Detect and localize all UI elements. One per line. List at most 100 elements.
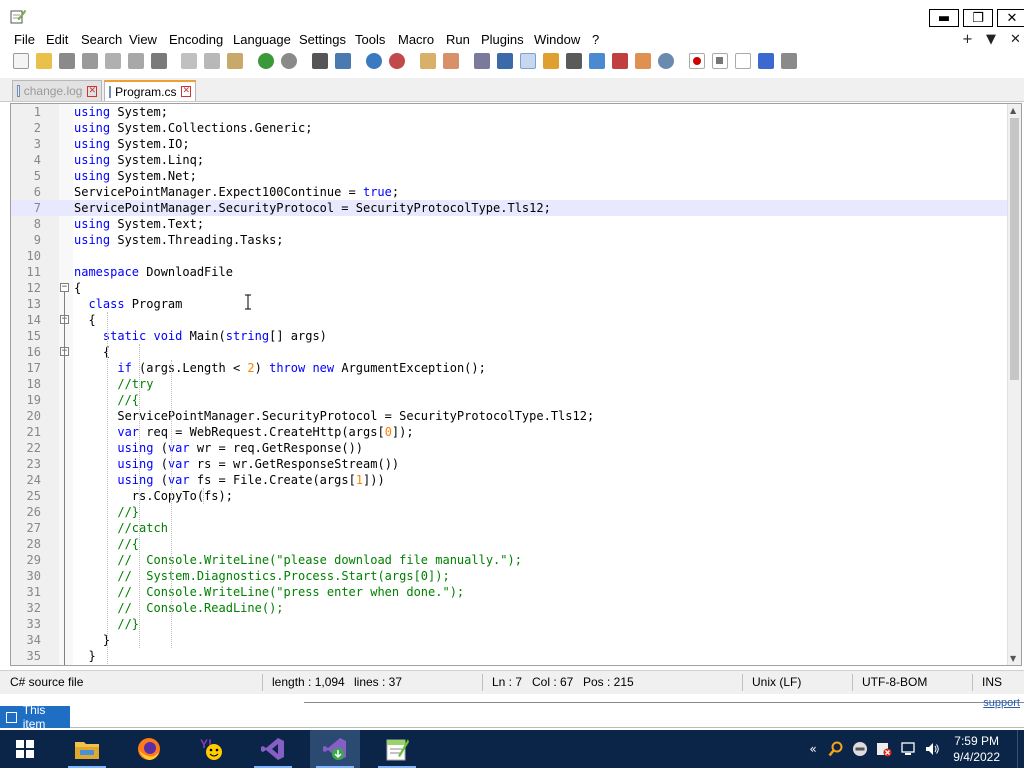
close-all-icon[interactable] <box>128 53 144 69</box>
word-wrap-icon[interactable] <box>474 53 490 69</box>
file-explorer-taskbar[interactable] <box>62 730 112 768</box>
tab-list-dropdown-button[interactable]: ▼ <box>986 30 996 50</box>
code-line[interactable]: 9 using System.Threading.Tasks; <box>11 232 1009 248</box>
replace-icon[interactable] <box>335 53 351 69</box>
preview-eye-icon[interactable] <box>658 53 674 69</box>
yahoo-messenger-taskbar[interactable]: Y! <box>186 730 236 768</box>
code-line[interactable]: 16 { <box>11 344 1009 360</box>
document-map-icon[interactable] <box>566 53 582 69</box>
save-all-icon[interactable] <box>82 53 98 69</box>
scrollbar-thumb[interactable] <box>1010 118 1019 380</box>
menu-tools[interactable]: Tools <box>355 31 385 49</box>
minimize-button[interactable]: ▬ <box>929 9 959 27</box>
find-icon[interactable] <box>312 53 328 69</box>
code-line[interactable]: 1 using System; <box>11 104 1009 120</box>
menu-settings[interactable]: Settings <box>299 31 346 49</box>
tab-change-log[interactable]: change.log ✕ <box>12 80 102 101</box>
do-not-disturb-icon[interactable] <box>852 741 868 757</box>
code-line[interactable]: 4 using System.Linq; <box>11 152 1009 168</box>
code-area[interactable]: 1 using System; 2 using System.Collections.… <box>11 104 1009 665</box>
stop-recording-icon[interactable] <box>712 53 728 69</box>
code-line[interactable]: 21 var req = WebRequest.CreateHttp(args[… <box>11 424 1009 440</box>
code-line[interactable]: 10 <box>11 248 1009 264</box>
code-line[interactable]: 17 if (args.Length < 2) throw new Argume… <box>11 360 1009 376</box>
code-line[interactable]: 34 } <box>11 632 1009 648</box>
print-icon[interactable] <box>151 53 167 69</box>
notification-banner[interactable]: This item <box>0 703 70 731</box>
start-button[interactable] <box>0 730 50 768</box>
code-line[interactable]: 31 // Console.WriteLine("press enter whe… <box>11 584 1009 600</box>
undo-icon[interactable] <box>258 53 274 69</box>
code-line[interactable]: 5 using System.Net; <box>11 168 1009 184</box>
new-file-icon[interactable] <box>13 53 29 69</box>
code-line[interactable]: 30 // System.Diagnostics.Process.Start(a… <box>11 568 1009 584</box>
close-icon[interactable]: ✕ <box>181 86 191 97</box>
menu-run[interactable]: Run <box>446 31 470 49</box>
code-line[interactable]: 22 using (var wr = req.GetResponse()) <box>11 440 1009 456</box>
show-all-characters-icon[interactable] <box>497 53 513 69</box>
code-line[interactable]: 18 //try <box>11 376 1009 392</box>
fold-toggle-icon[interactable]: − <box>60 283 69 292</box>
status-eol[interactable]: Unix (LF) <box>752 675 801 689</box>
scroll-up-icon[interactable]: ▲ <box>1010 106 1016 115</box>
menu-search[interactable]: Search <box>81 31 122 49</box>
menu-file[interactable]: File <box>14 31 35 49</box>
close-window-button[interactable]: ✕ <box>997 9 1024 27</box>
network-icon[interactable] <box>900 741 916 757</box>
menu-language[interactable]: Language <box>233 31 291 49</box>
open-file-icon[interactable] <box>36 53 52 69</box>
code-line[interactable]: 6 ServicePointManager.Expect100Continue =… <box>11 184 1009 200</box>
code-line[interactable]: 26 //} <box>11 504 1009 520</box>
code-line[interactable]: 35 } <box>11 648 1009 664</box>
code-line[interactable]: 19 //{ <box>11 392 1009 408</box>
sync-vertical-icon[interactable] <box>420 53 436 69</box>
close-tab-x-button[interactable]: ✕ <box>1010 30 1021 50</box>
code-line[interactable]: 11 namespace DownloadFile <box>11 264 1009 280</box>
folder-as-workspace-icon[interactable] <box>612 53 628 69</box>
maximize-button[interactable]: ❐ <box>963 9 993 27</box>
code-line[interactable]: 32 // Console.ReadLine(); <box>11 600 1009 616</box>
playback-macro-icon[interactable] <box>735 53 751 69</box>
save-icon[interactable] <box>59 53 75 69</box>
zoom-in-icon[interactable] <box>366 53 382 69</box>
new-tab-plus-button[interactable]: + <box>962 30 973 50</box>
menu-view[interactable]: View <box>129 31 157 49</box>
code-line[interactable]: 28 //{ <box>11 536 1009 552</box>
code-line[interactable]: 25 rs.CopyTo(fs); <box>11 488 1009 504</box>
notepad-plus-plus-taskbar[interactable] <box>372 730 422 768</box>
status-encoding[interactable]: UTF-8-BOM <box>862 675 927 689</box>
code-editor[interactable]: 1 using System; 2 using System.Collections.… <box>10 103 1022 666</box>
run-macro-multiple-icon[interactable] <box>758 53 774 69</box>
monitoring-icon[interactable] <box>635 53 651 69</box>
menu-edit[interactable]: Edit <box>46 31 68 49</box>
close-icon[interactable]: ✕ <box>87 85 97 97</box>
menu-help[interactable]: ? <box>592 31 599 49</box>
indent-guide-icon[interactable] <box>520 53 536 69</box>
security-alert-icon[interactable] <box>876 741 892 757</box>
show-hidden-icons-icon[interactable]: « <box>805 741 821 757</box>
menu-macro[interactable]: Macro <box>398 31 434 49</box>
code-line[interactable]: 27 //catch <box>11 520 1009 536</box>
menu-window[interactable]: Window <box>534 31 580 49</box>
code-line[interactable]: 7 ServicePointManager.SecurityProtocol = … <box>11 200 1009 216</box>
tab-program-cs[interactable]: Program.cs ✕ <box>104 80 196 101</box>
volume-icon[interactable] <box>924 741 940 757</box>
cut-icon[interactable] <box>181 53 197 69</box>
visual-studio-installer-taskbar[interactable] <box>310 730 360 768</box>
close-file-icon[interactable] <box>105 53 121 69</box>
code-line[interactable]: 20 ServicePointManager.SecurityProtocol … <box>11 408 1009 424</box>
code-line[interactable]: 3 using System.IO; <box>11 136 1009 152</box>
clock[interactable]: 7:59 PM 9/4/2022 <box>953 733 1000 765</box>
code-line[interactable]: 8 using System.Text; <box>11 216 1009 232</box>
menu-encoding[interactable]: Encoding <box>169 31 223 49</box>
function-list-icon[interactable] <box>589 53 605 69</box>
copy-icon[interactable] <box>204 53 220 69</box>
paste-icon[interactable] <box>227 53 243 69</box>
code-line[interactable]: 14 { <box>11 312 1009 328</box>
sync-horizontal-icon[interactable] <box>443 53 459 69</box>
code-line[interactable]: 29 // Console.WriteLine("please download… <box>11 552 1009 568</box>
search-icon[interactable] <box>828 741 844 757</box>
save-macro-icon[interactable] <box>781 53 797 69</box>
user-defined-language-icon[interactable] <box>543 53 559 69</box>
notepad-plus-plus-icon[interactable] <box>10 8 26 24</box>
